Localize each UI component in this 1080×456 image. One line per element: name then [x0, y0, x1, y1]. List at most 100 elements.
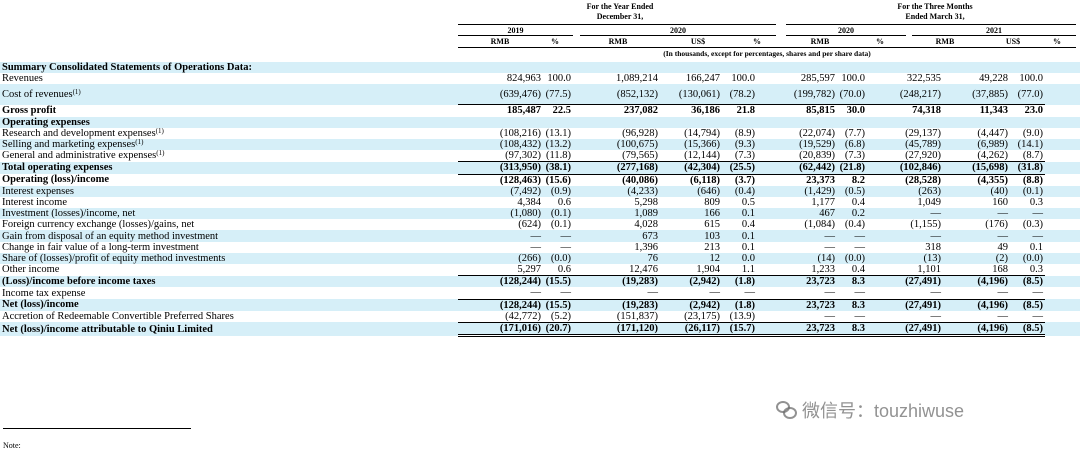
row-padding	[1045, 264, 1080, 276]
cell-value: (26,117)	[660, 322, 722, 338]
cell-value: (4,233)	[573, 185, 660, 197]
row-label-text: Net (loss)/income	[2, 299, 79, 311]
cell-value: (151,837)	[573, 310, 660, 323]
cell-value: (37,885)	[943, 84, 1010, 106]
header-three-months-line1: For the Three Months	[897, 2, 973, 11]
cell-value: —	[837, 287, 867, 300]
cell-value: 76	[573, 252, 660, 264]
cell-value: (2,942)	[660, 275, 722, 288]
cell-value: (1,155)	[910, 219, 941, 231]
cell-value: (8.8)	[1022, 174, 1043, 186]
cell-value: 1,049	[917, 196, 941, 208]
cell-value: 30.0	[846, 105, 865, 117]
row-label: Gain from disposal of an equity method i…	[0, 230, 458, 242]
cell-value: 21.8	[736, 105, 755, 117]
cell-value: 36,186	[691, 105, 720, 117]
cell-value: (4,355)	[977, 174, 1008, 186]
cell-value: 11,343	[979, 105, 1008, 117]
cell-value: —	[757, 310, 837, 323]
cell-value: 12	[660, 252, 722, 264]
cell-value: (277,168)	[573, 161, 660, 175]
row-label-text: Net (loss)/income attributable to Qiniu …	[2, 323, 213, 335]
cell-value: —	[573, 287, 660, 300]
cell-value: 8.2	[851, 174, 865, 186]
cell-value	[837, 116, 867, 128]
cell-value: 0.6	[543, 264, 573, 277]
cell-value: 160	[992, 196, 1008, 208]
cell-value: (7.3)	[837, 150, 867, 163]
header-three-months-line2: Ended March 31,	[905, 12, 965, 21]
row-padding	[1045, 219, 1080, 230]
cell-value: —	[824, 241, 836, 253]
cell-value: (100,675)	[573, 138, 660, 151]
cell-value: (7.3)	[722, 150, 757, 163]
footnote-marker: (1)	[156, 150, 165, 158]
cell-value: 0.1	[741, 241, 755, 253]
cell-value: (1,080)	[458, 208, 543, 220]
cell-value: (27,491)	[867, 275, 943, 288]
row-label-text: Research and development expenses	[2, 127, 156, 139]
cell-value: (852,132)	[573, 84, 660, 106]
cell-value: 0.5	[741, 196, 755, 208]
row-label: Interest income	[0, 197, 458, 208]
cell-value: 23,373	[806, 174, 835, 186]
cell-value: (40)	[943, 185, 1010, 197]
row-label: Investment (losses)/income, net	[0, 208, 458, 220]
row-padding	[1045, 197, 1080, 208]
row-label-text: Operating (loss)/income	[2, 174, 110, 186]
cell-value: 49	[997, 241, 1009, 253]
table-row: Share of (losses)/profit of equity metho…	[0, 252, 1080, 264]
cell-value: (12,144)	[660, 150, 722, 163]
cell-value: —	[458, 230, 543, 242]
row-label: General and administrative expenses(1)	[0, 150, 458, 162]
cell-value: 673	[573, 230, 660, 242]
cell-value: (6.8)	[837, 138, 867, 151]
cell-value: (1,084)	[804, 219, 835, 231]
table-row: Revenues 824,963 100.0 1,089,214 166,247 100.…	[0, 73, 1080, 84]
cell-value: (13.1)	[545, 127, 571, 139]
cell-value: 1,101	[867, 264, 943, 277]
cell-value: 237,082	[623, 105, 658, 117]
footnote-label: Note:	[3, 441, 21, 450]
cell-value	[722, 62, 757, 74]
row-label-text: Summary Consolidated Statements of Opera…	[2, 62, 252, 74]
cell-value: —	[943, 208, 1010, 220]
row-label-text: Accretion of Redeemable Convertible Pref…	[2, 311, 234, 323]
cell-value: 1.1	[722, 264, 757, 277]
cell-value: —	[943, 287, 1010, 300]
cell-value: 1,233	[757, 264, 837, 277]
cell-value: (8.7)	[1010, 150, 1045, 163]
table-row: Selling and marketing expenses(1) (108,43…	[0, 138, 1080, 151]
cell-value: 100.0	[731, 73, 755, 85]
watermark-text: 微信号：touzhiwuse	[802, 401, 965, 421]
cell-value: (8.5)	[1010, 275, 1045, 288]
cell-value: (2,942)	[660, 299, 722, 311]
table-row: Income tax expense — — — — — — — — — —	[0, 287, 1080, 300]
row-padding	[1045, 275, 1080, 288]
cell-value: (4,262)	[943, 150, 1010, 163]
cell-value: (7.7)	[844, 127, 865, 139]
divider-year-2021-q1	[912, 35, 1076, 36]
unit-label: %	[753, 37, 761, 46]
cell-value: (8.9)	[734, 127, 755, 139]
row-padding	[1045, 116, 1080, 128]
row-label-text: Foreign currency exchange (losses)/gains…	[2, 219, 195, 231]
cell-value: (13)	[867, 252, 943, 264]
cell-value: (77.5)	[543, 84, 573, 106]
row-label-text: (Loss)/income before income taxes	[2, 276, 156, 288]
cell-value: (639,476)	[458, 84, 543, 106]
table-row: Other income 5,297 0.6 12,476 1,904 1.1 1,233 0…	[0, 264, 1080, 277]
cell-value: 1,904	[660, 264, 722, 277]
cell-value: (20,839)	[757, 150, 837, 163]
cell-value: (77.0)	[1010, 84, 1045, 106]
cell-value: 0.4	[851, 196, 865, 208]
row-padding	[1045, 138, 1080, 151]
row-label: Operating (loss)/income	[0, 174, 458, 186]
cell-value: 168	[943, 264, 1010, 277]
cell-value: (13.9)	[722, 310, 757, 323]
table-row: Net (loss)/income (128,244) (15.5) (19,283)…	[0, 299, 1080, 311]
cell-value: 1,177	[811, 196, 835, 208]
table-row: General and administrative expenses(1) (9…	[0, 150, 1080, 163]
row-label: Operating expenses	[0, 116, 458, 128]
cell-value: (6,989)	[943, 138, 1010, 151]
